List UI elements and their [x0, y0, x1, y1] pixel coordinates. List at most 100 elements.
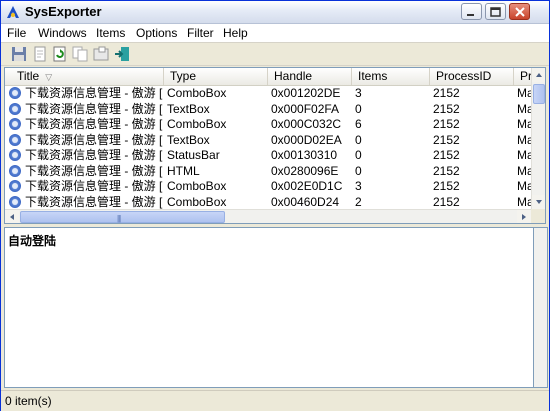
arrow-left-icon: [10, 214, 14, 220]
table-cell: 2152: [433, 117, 460, 131]
table-cell: 0x002E0D1C: [271, 179, 343, 193]
window-item-icon: [9, 118, 21, 130]
scroll-right-button[interactable]: [517, 210, 531, 223]
table-cell: 0: [355, 163, 362, 178]
vertical-scroll-thumb[interactable]: [533, 84, 545, 104]
scroll-up-button[interactable]: [532, 68, 545, 82]
table-cell: 0x000F02FA: [271, 101, 340, 116]
table-cell: 0x00460D24: [271, 194, 340, 209]
window-title: SysExporter: [25, 4, 102, 19]
maximize-button[interactable]: [485, 3, 506, 20]
item-text-pane[interactable]: 自动登陆: [4, 227, 534, 388]
menu-file[interactable]: File: [7, 26, 26, 40]
window-item-icon: [9, 133, 21, 146]
scroll-left-button[interactable]: [5, 210, 19, 223]
table-cell: 6: [355, 117, 362, 131]
table-row[interactable]: 下载资源信息管理 - 傲游 [... TextBox 0x000D02EA 0 2152…: [5, 132, 533, 149]
table-cell: 2152: [433, 148, 460, 162]
maximize-icon: [490, 7, 501, 17]
scroll-down-button[interactable]: [532, 195, 545, 209]
column-items[interactable]: Items: [352, 68, 430, 85]
menu-bar: File Windows Items Options Filter Help: [1, 24, 549, 43]
table-row[interactable]: 下载资源信息管理 - 傲游 [... ComboBox 0x002E0D1C 3 215…: [5, 179, 533, 195]
menu-items[interactable]: Items: [96, 26, 125, 40]
list-header: Title ▽ Type Handle Items ProcessID Pr: [5, 68, 545, 86]
table-row[interactable]: 下载资源信息管理 - 傲游 [... ComboBox 0x00460D24 2 215…: [5, 194, 533, 211]
table-cell: 2: [355, 194, 362, 209]
horizontal-scroll-thumb[interactable]: |||: [20, 211, 225, 223]
table-cell: 下载资源信息管理 - 傲游 [...: [25, 163, 163, 178]
window-item-icon: [9, 164, 21, 177]
app-icon: [7, 6, 19, 18]
table-cell: 0x00130310: [271, 148, 338, 162]
table-cell: ComboBox: [167, 117, 227, 131]
status-item-count: 0 item(s): [5, 394, 52, 408]
table-cell: 0x001202DE: [271, 86, 341, 100]
window-item-icon: [9, 195, 21, 208]
arrow-right-icon: [522, 214, 526, 220]
table-cell: 下载资源信息管理 - 傲游 [...: [25, 179, 163, 193]
column-title[interactable]: Title ▽: [5, 68, 164, 85]
status-bar: 0 item(s): [1, 390, 549, 411]
menu-filter[interactable]: Filter: [187, 26, 214, 40]
column-handle[interactable]: Handle: [268, 68, 352, 85]
table-cell: 下载资源信息管理 - 傲游 [...: [25, 86, 163, 100]
menu-options[interactable]: Options: [136, 26, 177, 40]
table-cell: 3: [355, 86, 362, 100]
minimize-button[interactable]: [461, 3, 482, 20]
title-bar[interactable]: SysExporter: [1, 1, 549, 24]
table-cell: ComboBox: [167, 179, 227, 193]
save-icon[interactable]: [11, 46, 27, 62]
window-item-icon: [9, 180, 21, 192]
menu-windows[interactable]: Windows: [38, 26, 87, 40]
minimize-icon: [467, 14, 474, 16]
table-row[interactable]: 下载资源信息管理 - 傲游 [... ComboBox 0x000C032C 6 215…: [5, 117, 533, 133]
arrow-up-icon: [536, 73, 542, 77]
window-item-icon: [9, 87, 21, 99]
table-cell: ComboBox: [167, 86, 227, 100]
table-row[interactable]: 下载资源信息管理 - 傲游 [... HTML 0x0280096E 0 2152 Ma: [5, 163, 533, 180]
arrow-down-icon: [536, 200, 542, 204]
copy-icon[interactable]: [32, 46, 48, 62]
text-vertical-scrollbar[interactable]: [534, 227, 548, 388]
window-item-icon: [9, 149, 21, 161]
table-cell: ComboBox: [167, 194, 227, 209]
table-cell: 2152: [433, 179, 460, 193]
table-cell: 2152: [433, 132, 460, 147]
column-type[interactable]: Type: [164, 68, 268, 85]
windows-list[interactable]: Title ▽ Type Handle Items ProcessID Pr 下载…: [4, 67, 546, 224]
table-cell: 0x0280096E: [271, 163, 339, 178]
copy-items-icon[interactable]: [72, 46, 88, 62]
table-cell: TextBox: [167, 101, 210, 116]
table-cell: TextBox: [167, 132, 210, 147]
table-cell: StatusBar: [167, 148, 220, 162]
table-cell: 0x000D02EA: [271, 132, 342, 147]
table-cell: 下载资源信息管理 - 傲游 [...: [25, 101, 163, 116]
table-cell: 2152: [433, 101, 460, 116]
exit-icon[interactable]: [114, 46, 130, 62]
window-item-icon: [9, 102, 21, 115]
table-cell: HTML: [167, 163, 200, 178]
table-cell: 下载资源信息管理 - 傲游 [...: [25, 132, 163, 147]
column-processid[interactable]: ProcessID: [430, 68, 514, 85]
table-cell: 2152: [433, 194, 460, 209]
close-icon: [515, 7, 525, 17]
properties-icon[interactable]: [93, 46, 109, 62]
menu-help[interactable]: Help: [223, 26, 248, 40]
table-row[interactable]: 下载资源信息管理 - 傲游 [... TextBox 0x000F02FA 0 2152…: [5, 101, 533, 118]
table-cell: 下载资源信息管理 - 傲游 [...: [25, 194, 163, 209]
list-vertical-scrollbar[interactable]: [531, 68, 545, 209]
table-cell: 2152: [433, 86, 460, 100]
table-cell: 0: [355, 148, 362, 162]
table-cell: 0: [355, 132, 362, 147]
table-cell: 0: [355, 101, 362, 116]
refresh-icon[interactable]: [52, 46, 68, 62]
table-cell: 0x000C032C: [271, 117, 342, 131]
list-horizontal-scrollbar[interactable]: |||: [5, 209, 531, 223]
table-row[interactable]: 下载资源信息管理 - 傲游 [... StatusBar 0x00130310 0 21…: [5, 148, 533, 164]
scroll-corner: [531, 209, 545, 223]
table-row[interactable]: 下载资源信息管理 - 傲游 [... ComboBox 0x001202DE 3 215…: [5, 86, 533, 102]
close-button[interactable]: [509, 3, 530, 20]
grip-icon: |||: [117, 214, 121, 223]
table-cell: 下载资源信息管理 - 傲游 [...: [25, 117, 163, 131]
